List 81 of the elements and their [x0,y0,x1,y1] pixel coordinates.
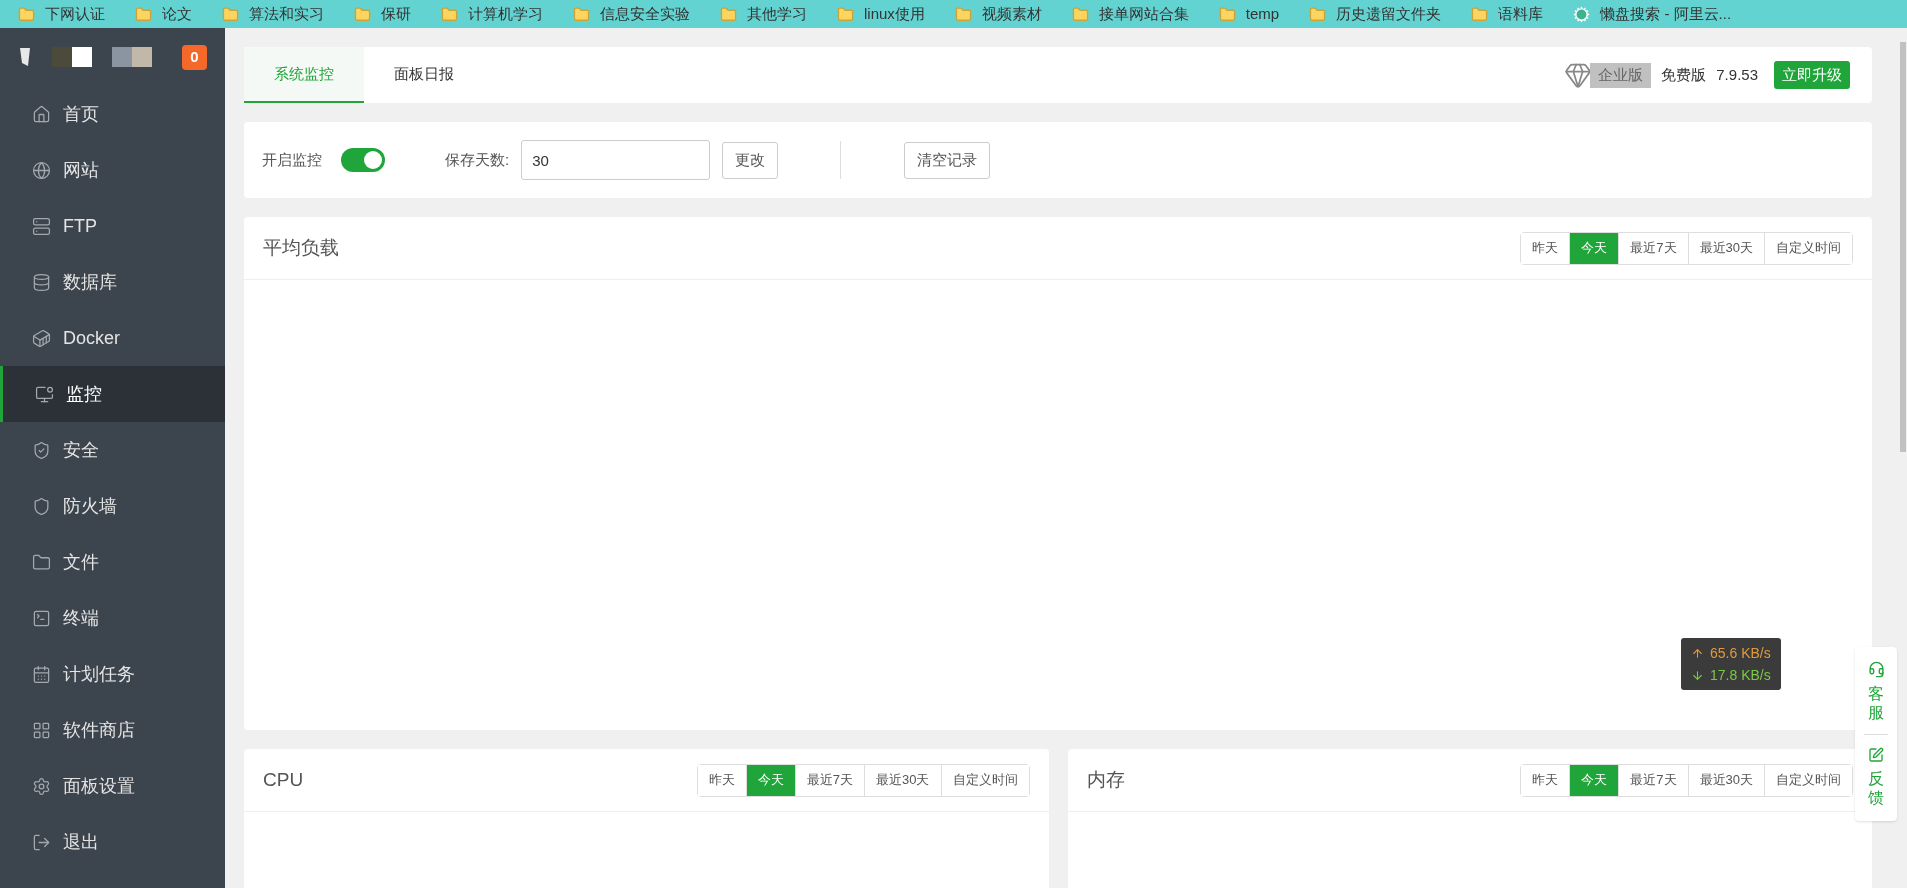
download-speed: 17.8 KB/s [1710,666,1771,685]
folder-icon [32,552,51,572]
bookmark-link[interactable]: 下网认证 [18,2,105,26]
monitor-icon [35,384,54,404]
sidebar-item[interactable]: 面板设置 [0,758,225,814]
folder-icon [135,5,152,23]
bookmark-link[interactable]: 视频素材 [954,2,1042,26]
time-range-tab[interactable]: 自定义时间 [1764,764,1852,796]
bookmark-link[interactable]: 历史遗留文件夹 [1309,2,1442,26]
sidebar-item[interactable]: 网站 [0,142,225,198]
upload-speed: 65.6 KB/s [1710,644,1771,663]
edition-label: 免费版 [1661,64,1707,85]
terminal-icon [32,608,51,628]
arrow-up-icon [1691,646,1704,660]
sidebar-item[interactable]: 计划任务 [0,646,225,702]
folder-icon [18,5,35,23]
monitor-label: 开启监控 [262,149,322,170]
days-input[interactable]: 30 [521,140,711,180]
panel-title: CPU [263,767,304,792]
folder-icon [1071,5,1089,23]
bookmark-link[interactable]: 论文 [135,2,192,26]
folder-icon [441,5,458,23]
days-label: 保存天数: [445,149,510,170]
globe-icon [32,160,51,180]
sidebar-item[interactable]: 软件商店 [0,702,225,758]
sidebar-item[interactable]: FTP [0,198,225,254]
tab[interactable]: 面板日报 [364,47,484,103]
folder-icon [954,5,972,23]
panel-title: 内存 [1086,767,1125,792]
sidebar-item[interactable]: 首页 [0,86,225,142]
toggle-switch[interactable] [341,148,385,172]
arrow-down-icon [1691,668,1704,682]
shield-check-icon [32,440,51,460]
settings-icon [32,776,51,796]
gear-icon [1573,5,1591,23]
time-range-tab[interactable]: 自定义时间 [1764,232,1852,264]
sidebar-item[interactable]: 数据库 [0,254,225,310]
logout-icon [32,832,51,852]
folder-icon [354,5,371,23]
sidebar-item[interactable]: 监控 [0,366,225,422]
bookmark-link[interactable]: 懒盘搜索 - 阿里云... [1573,2,1732,26]
grid-icon [32,720,51,740]
server-icon [32,216,51,236]
version-text: 7.9.53 [1716,64,1758,85]
bookmark-link[interactable]: 接单网站合集 [1071,2,1189,26]
folder-icon [720,5,737,23]
container-icon [32,328,51,348]
change-button[interactable]: 更改 [722,141,779,179]
clear-records-button[interactable]: 清空记录 [904,141,991,179]
bookmark-link[interactable]: linux使用 [837,2,925,26]
folder-icon [573,5,590,23]
sidebar-item[interactable]: 终端 [0,590,225,646]
sidebar-item[interactable]: 文件 [0,534,225,590]
sidebar-item[interactable]: 安全 [0,422,225,478]
sidebar-item[interactable]: 防火墙 [0,478,225,534]
calendar-icon [32,664,51,684]
bookmark-link[interactable]: temp [1218,2,1280,26]
redacted-block [52,47,92,67]
folder-icon [1309,5,1327,23]
sidebar-item[interactable]: Docker [0,310,225,366]
bookmark-link[interactable]: 语料库 [1471,2,1544,26]
bookmark-link[interactable]: 其他学习 [720,2,807,26]
time-range-tab[interactable]: 自定义时间 [940,764,1029,796]
home-icon [32,104,51,124]
bookmark-link[interactable]: 算法和实习 [222,2,324,26]
logo-icon [18,45,32,69]
folder-icon [222,5,239,23]
panel-title: 平均负载 [263,235,339,260]
sidebar-item[interactable]: 退出 [0,814,225,870]
redacted-block [112,47,152,67]
bookmark-link[interactable]: 计算机学习 [441,2,543,26]
edit-icon [1868,747,1884,763]
folder-icon [837,5,854,23]
bookmark-link[interactable]: 保研 [354,2,411,26]
shield-icon [32,496,51,516]
folder-icon [1471,5,1489,23]
headset-icon [1867,661,1885,678]
folder-icon [1218,5,1236,23]
bookmark-link[interactable]: 信息安全实验 [573,2,690,26]
diamond-icon [1564,61,1593,89]
database-icon [32,272,51,292]
